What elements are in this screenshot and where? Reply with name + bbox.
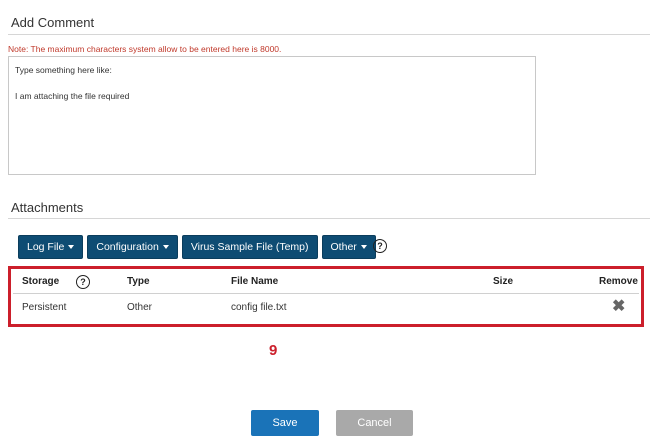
column-header-size: Size (493, 276, 514, 287)
cell-storage: Persistent (22, 302, 67, 313)
column-header-file-name: File Name (231, 276, 279, 287)
save-button[interactable]: Save (251, 410, 319, 436)
table-header-divider (13, 293, 639, 294)
step-number-annotation: 9 (269, 342, 278, 359)
log-file-label: Log File (27, 241, 65, 253)
virus-sample-file-button[interactable]: Virus Sample File (Temp) (181, 235, 318, 259)
column-header-storage: Storage (22, 276, 60, 287)
section-divider (8, 34, 650, 35)
add-comment-heading: Add Comment (11, 15, 95, 30)
column-header-type: Type (127, 276, 150, 287)
section-divider (8, 218, 650, 219)
attachments-heading: Attachments (11, 200, 84, 215)
other-label: Other (330, 241, 357, 253)
help-icon[interactable]: ? (373, 239, 387, 253)
caret-down-icon (162, 245, 169, 249)
cancel-button[interactable]: Cancel (336, 410, 413, 436)
attachments-table-highlight (8, 266, 644, 327)
attachment-type-toolbar: Log File Configuration Virus Sample File… (18, 235, 376, 259)
storage-help-icon[interactable]: ? (76, 275, 90, 289)
cell-file-name: config file.txt (231, 302, 287, 313)
caret-down-icon (360, 245, 367, 249)
cell-type: Other (127, 302, 153, 313)
configuration-dropdown-button[interactable]: Configuration (87, 235, 178, 259)
remove-attachment-icon[interactable]: ✖ (612, 299, 625, 315)
virus-sample-label: Virus Sample File (Temp) (190, 241, 309, 253)
caret-down-icon (68, 245, 75, 249)
configuration-label: Configuration (96, 241, 159, 253)
other-dropdown-button[interactable]: Other (321, 235, 376, 259)
column-header-remove: Remove (599, 276, 638, 287)
comment-textarea[interactable]: Type something here like: I am attaching… (8, 56, 536, 175)
max-characters-note: Note: The maximum characters system allo… (8, 44, 282, 54)
log-file-dropdown-button[interactable]: Log File (18, 235, 84, 259)
